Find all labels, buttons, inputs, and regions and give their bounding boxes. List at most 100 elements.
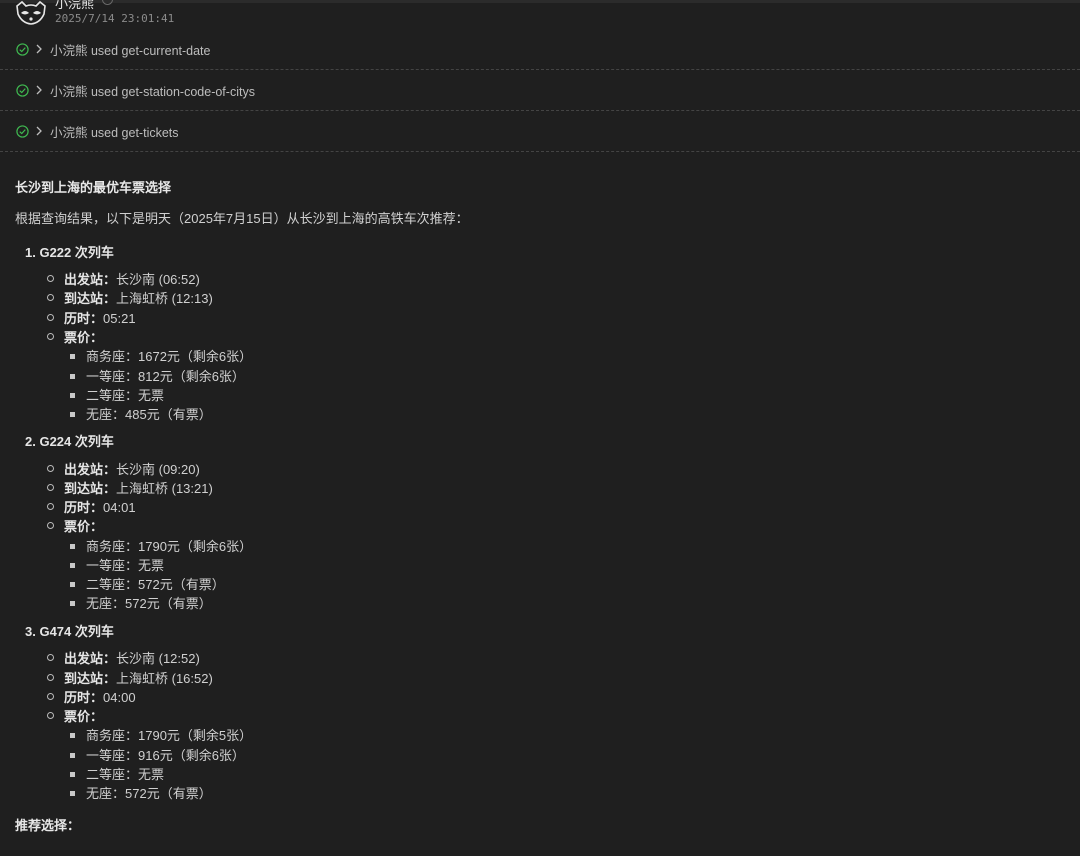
price-text: 二等座：无票 [86,388,165,403]
arrival-value: 上海虹桥 (16:52) [116,671,213,686]
price-item: 商务座：1672元（剩余6张） [70,346,252,365]
arrival-label: 到达站： [64,481,117,496]
chevron-right-icon [36,44,42,54]
bullet-icon [47,503,54,510]
raccoon-icon[interactable] [14,0,48,26]
message-timestamp: 2025/7/14 23:01:41 [55,12,175,25]
departure-label: 出发站： [64,272,117,287]
departure-value: 长沙南 (12:52) [116,651,200,666]
duration-value: 04:00 [103,690,136,705]
price-item: 一等座：916元（剩余6张） [70,745,245,764]
price-text: 一等座：916元（剩余6张） [86,748,245,763]
bullet-icon [47,654,54,661]
price-text: 二等座：无票 [86,767,165,782]
price-text: 商务座：1790元（剩余5张） [86,728,253,743]
square-bullet-icon [70,791,75,796]
departure-label: 出发站： [64,651,117,666]
price-label: 票价： [64,330,104,345]
duration-label: 历时： [64,311,104,326]
square-bullet-icon [70,772,75,777]
bullet-icon [47,465,54,472]
arrival-item: 到达站：上海虹桥 (13:21) [47,478,213,497]
arrival-value: 上海虹桥 (12:13) [116,291,213,306]
check-circle-icon [16,83,29,97]
tool-call-row[interactable]: 小浣熊 used get-tickets [0,111,1080,152]
info-icon[interactable] [102,0,114,5]
price-header-item: 票价： [47,327,103,346]
duration-item: 历时：05:21 [47,308,136,327]
price-text: 无座：572元（有票） [86,596,212,611]
price-item: 二等座：572元（有票） [70,574,225,593]
message-title: 长沙到上海的最优车票选择 [15,180,172,195]
sender-name-text: 小浣熊 [55,0,95,11]
price-item: 二等座：无票 [70,385,164,404]
price-text: 商务座：1790元（剩余6张） [86,539,253,554]
price-item: 二等座：无票 [70,764,164,783]
square-bullet-icon [70,733,75,738]
price-header-item: 票价： [47,516,103,535]
tool-call-row[interactable]: 小浣熊 used get-station-code-of-citys [0,70,1080,111]
square-bullet-icon [70,544,75,549]
bullet-icon [47,693,54,700]
price-text: 一等座：无票 [86,558,165,573]
price-item: 商务座：1790元（剩余6张） [70,536,252,555]
duration-item: 历时：04:01 [47,497,136,516]
chevron-right-icon [36,126,42,136]
bullet-icon [47,275,54,282]
square-bullet-icon [70,601,75,606]
price-text: 一等座：812元（剩余6张） [86,369,245,384]
price-header-item: 票价： [47,706,103,725]
sender-name: 小浣熊 [55,0,114,12]
square-bullet-icon [70,374,75,379]
recommendation-title: 推荐选择： [15,818,81,833]
duration-value: 04:01 [103,500,136,515]
message-intro: 根据查询结果，以下是明天（2025年7月15日）从长沙到上海的高铁车次推荐： [15,211,469,226]
price-text: 商务座：1672元（剩余6张） [86,349,253,364]
departure-value: 长沙南 (09:20) [116,462,200,477]
departure-value: 长沙南 (06:52) [116,272,200,287]
bullet-icon [47,314,54,321]
top-border [0,0,1080,3]
price-item: 一等座：812元（剩余6张） [70,366,245,385]
departure-item: 出发站：长沙南 (12:52) [47,648,200,667]
bullet-icon [47,484,54,491]
bullet-icon [47,522,54,529]
price-item: 无座：572元（有票） [70,783,212,802]
arrival-value: 上海虹桥 (13:21) [116,481,213,496]
bullet-icon [47,333,54,340]
tool-call-row[interactable]: 小浣熊 used get-current-date [0,29,1080,70]
tool-call-label: 小浣熊 used get-tickets [50,125,179,140]
arrival-item: 到达站：上海虹桥 (16:52) [47,668,213,687]
duration-item: 历时：04:00 [47,687,136,706]
square-bullet-icon [70,412,75,417]
square-bullet-icon [70,354,75,359]
departure-label: 出发站： [64,462,117,477]
square-bullet-icon [70,563,75,568]
square-bullet-icon [70,753,75,758]
price-label: 票价： [64,709,104,724]
price-text: 无座：485元（有票） [86,407,212,422]
arrival-label: 到达站： [64,291,117,306]
tool-call-label: 小浣熊 used get-current-date [50,43,211,58]
departure-item: 出发站：长沙南 (09:20) [47,459,200,478]
departure-item: 出发站：长沙南 (06:52) [47,269,200,288]
price-text: 无座：572元（有票） [86,786,212,801]
bullet-icon [47,712,54,719]
price-item: 一等座：无票 [70,555,164,574]
chevron-right-icon [36,85,42,95]
check-circle-icon [16,124,29,138]
arrival-item: 到达站：上海虹桥 (12:13) [47,288,213,307]
price-item: 无座：485元（有票） [70,404,212,423]
arrival-label: 到达站： [64,671,117,686]
train-title: 3. G474 次列车 [25,624,114,639]
chat-page: 小浣熊 2025/7/14 23:01:41 小浣熊 used get-curr… [0,0,1080,856]
price-label: 票价： [64,519,104,534]
check-circle-icon [16,42,29,56]
train-title: 2. G224 次列车 [25,434,114,449]
price-item: 商务座：1790元（剩余5张） [70,725,252,744]
duration-label: 历时： [64,690,104,705]
price-text: 二等座：572元（有票） [86,577,225,592]
train-title: 1. G222 次列车 [25,245,114,260]
bullet-icon [47,294,54,301]
price-item: 无座：572元（有票） [70,593,212,612]
